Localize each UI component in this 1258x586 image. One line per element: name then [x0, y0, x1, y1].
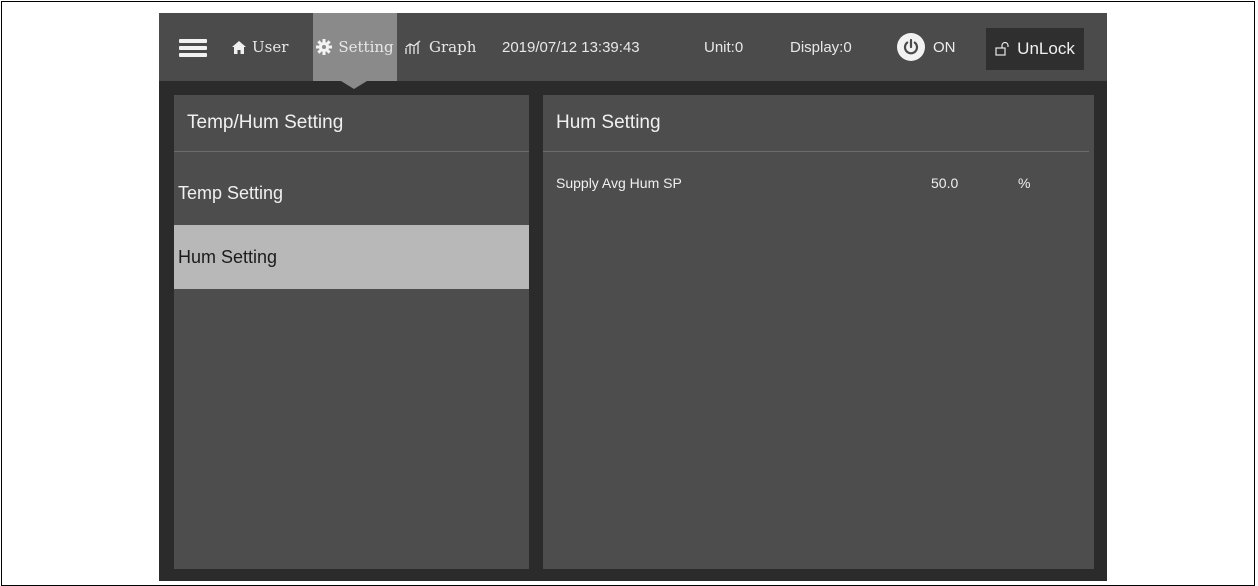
nav-graph[interactable]: Graph [405, 13, 476, 81]
unit-indicator: Unit:0 [704, 38, 744, 56]
right-panel-title: Hum Setting [556, 112, 661, 133]
nav-user[interactable]: User [232, 13, 288, 81]
menu-item-hum-setting[interactable]: Hum Setting [174, 225, 529, 289]
nav-graph-label: Graph [429, 38, 477, 56]
nav-user-label: User [252, 38, 289, 56]
unlock-button[interactable]: UnLock [986, 28, 1084, 70]
nav-setting-label: Setting [338, 38, 394, 56]
setting-unit: % [1018, 175, 1031, 191]
gear-icon [316, 39, 333, 55]
unlock-icon [995, 42, 1011, 56]
display-indicator: Display:0 [790, 38, 852, 56]
power-label: ON [933, 38, 956, 56]
hum-setting-panel: Hum Setting Supply Avg Hum SP 50.0 % [543, 95, 1094, 569]
graph-icon [405, 40, 423, 55]
home-icon [232, 40, 246, 54]
menu-item-temp-setting[interactable]: Temp Setting [174, 161, 529, 225]
top-bar: User Setting Graph 2019/07/12 13:39:43 U… [159, 13, 1107, 89]
menu-icon[interactable] [179, 39, 207, 57]
unlock-label: UnLock [1017, 39, 1075, 58]
power-toggle[interactable]: ON [897, 32, 956, 62]
divider [543, 151, 1089, 152]
settings-category-panel: Temp/Hum Setting Temp Setting Hum Settin… [174, 95, 529, 569]
divider [174, 151, 529, 152]
left-panel-title: Temp/Hum Setting [187, 112, 344, 133]
setting-value[interactable]: 50.0 [931, 175, 958, 191]
active-tab-caret [341, 81, 367, 89]
device-screen: User Setting Graph 2019/07/12 13:39:43 U… [159, 13, 1107, 581]
power-icon [897, 33, 925, 61]
datetime-display: 2019/07/12 13:39:43 [502, 38, 640, 56]
setting-label: Supply Avg Hum SP [556, 175, 682, 191]
nav-setting[interactable]: Setting [313, 13, 397, 81]
